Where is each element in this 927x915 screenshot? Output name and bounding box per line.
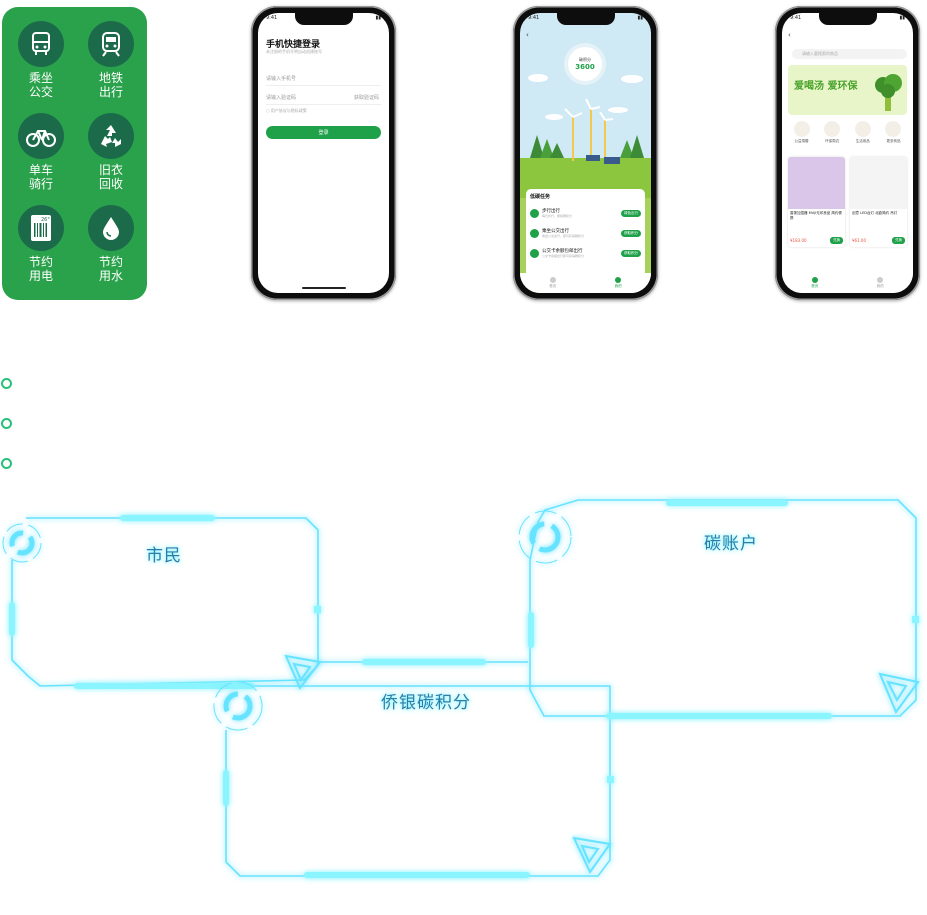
- user-icon: [877, 277, 884, 283]
- tab-label: 我的: [876, 284, 884, 288]
- tab-home[interactable]: 首页: [549, 277, 556, 289]
- battery-icon: ▮▮: [375, 15, 381, 21]
- task-row: 乘坐公交出行 乘坐公交出行，即可获得碳积分 获取积分: [530, 226, 641, 240]
- task-card: 低碳任务 步行出行 每日步行，累积碳积分 绿色出行 乘坐公交出行 乘坐公交出行，即可…: [526, 189, 645, 277]
- node-title-citizen: 市民: [146, 546, 182, 566]
- phone-notch: [294, 13, 353, 25]
- glow-node: [607, 776, 614, 783]
- tab-mine[interactable]: 我的: [877, 277, 884, 289]
- ring-icon: [518, 510, 572, 564]
- ring-icon: [529, 521, 561, 553]
- task-button[interactable]: 绿色出行: [621, 209, 641, 217]
- tab-label: 首页: [549, 284, 557, 288]
- glow-bar: [528, 612, 534, 648]
- tab-label: 我的: [614, 284, 622, 288]
- status-time: 9:41: [790, 15, 802, 21]
- ring-icon: [2, 523, 42, 563]
- triangle-marker: [878, 672, 920, 715]
- energy-badge: 碳积分 3600: [568, 47, 602, 81]
- task-button[interactable]: 获取积分: [621, 249, 641, 257]
- ring-icon: [223, 691, 253, 721]
- glow-node: [314, 606, 321, 613]
- tab-mine[interactable]: 我的: [615, 277, 622, 289]
- battery-icon: ▮▮: [899, 15, 905, 21]
- tab-bar: 首页 我的: [520, 273, 651, 293]
- glow-bar: [304, 872, 530, 878]
- task-desc: 乘坐公交出行，即可获得碳积分: [542, 234, 585, 238]
- task-desc: 公交卡余额出行即可获得碳积分: [542, 254, 585, 258]
- phone-notch: [556, 13, 615, 25]
- user-icon: [615, 277, 622, 283]
- ring-icon: [213, 681, 263, 731]
- home-icon: [549, 277, 556, 283]
- glow-node: [912, 616, 919, 623]
- glow-bar: [120, 515, 215, 521]
- home-icon: [811, 277, 818, 283]
- glow-bar: [606, 713, 832, 719]
- ring-icon: [9, 530, 35, 556]
- glow-bar: [666, 500, 788, 506]
- bank-frame: [225, 685, 611, 877]
- glow-bar: [362, 659, 486, 665]
- tab-bar: 首页 我的: [782, 273, 913, 293]
- glow-bar: [223, 770, 229, 806]
- battery-icon: ▮▮: [637, 15, 643, 21]
- flow-diagram: [2, 499, 920, 878]
- bus-icon: [530, 228, 539, 238]
- tab-home[interactable]: 首页: [811, 277, 818, 289]
- task-button[interactable]: 获取积分: [621, 229, 641, 237]
- task-title: 低碳任务: [530, 194, 551, 200]
- walk-icon: [530, 208, 539, 218]
- task-desc: 每日步行，累积碳积分: [542, 214, 573, 218]
- status-time: 9:41: [528, 15, 540, 21]
- fork-icon: [530, 248, 539, 258]
- phone-notch: [818, 13, 877, 25]
- glow-bar: [9, 602, 15, 636]
- status-time: 9:41: [266, 15, 278, 21]
- task-row: 公交卡余额包邮出行 公交卡余额出行即可获得碳积分 获取积分: [530, 246, 641, 260]
- energy-value: 3600: [575, 63, 595, 71]
- triangle-marker: [284, 654, 322, 690]
- stage: 乘坐 公交 地铁 出行 单车 骑行 旧衣 回收 26° 节约 用电 节约 用水 …: [0, 0, 927, 915]
- task-row: 步行出行 每日步行，累积碳积分 绿色出行: [530, 206, 641, 220]
- glow-bar: [74, 683, 254, 689]
- node-title-account: 碳账户: [704, 534, 758, 554]
- node-title-bank: 侨银碳积分: [381, 693, 471, 713]
- tab-label: 首页: [811, 284, 819, 288]
